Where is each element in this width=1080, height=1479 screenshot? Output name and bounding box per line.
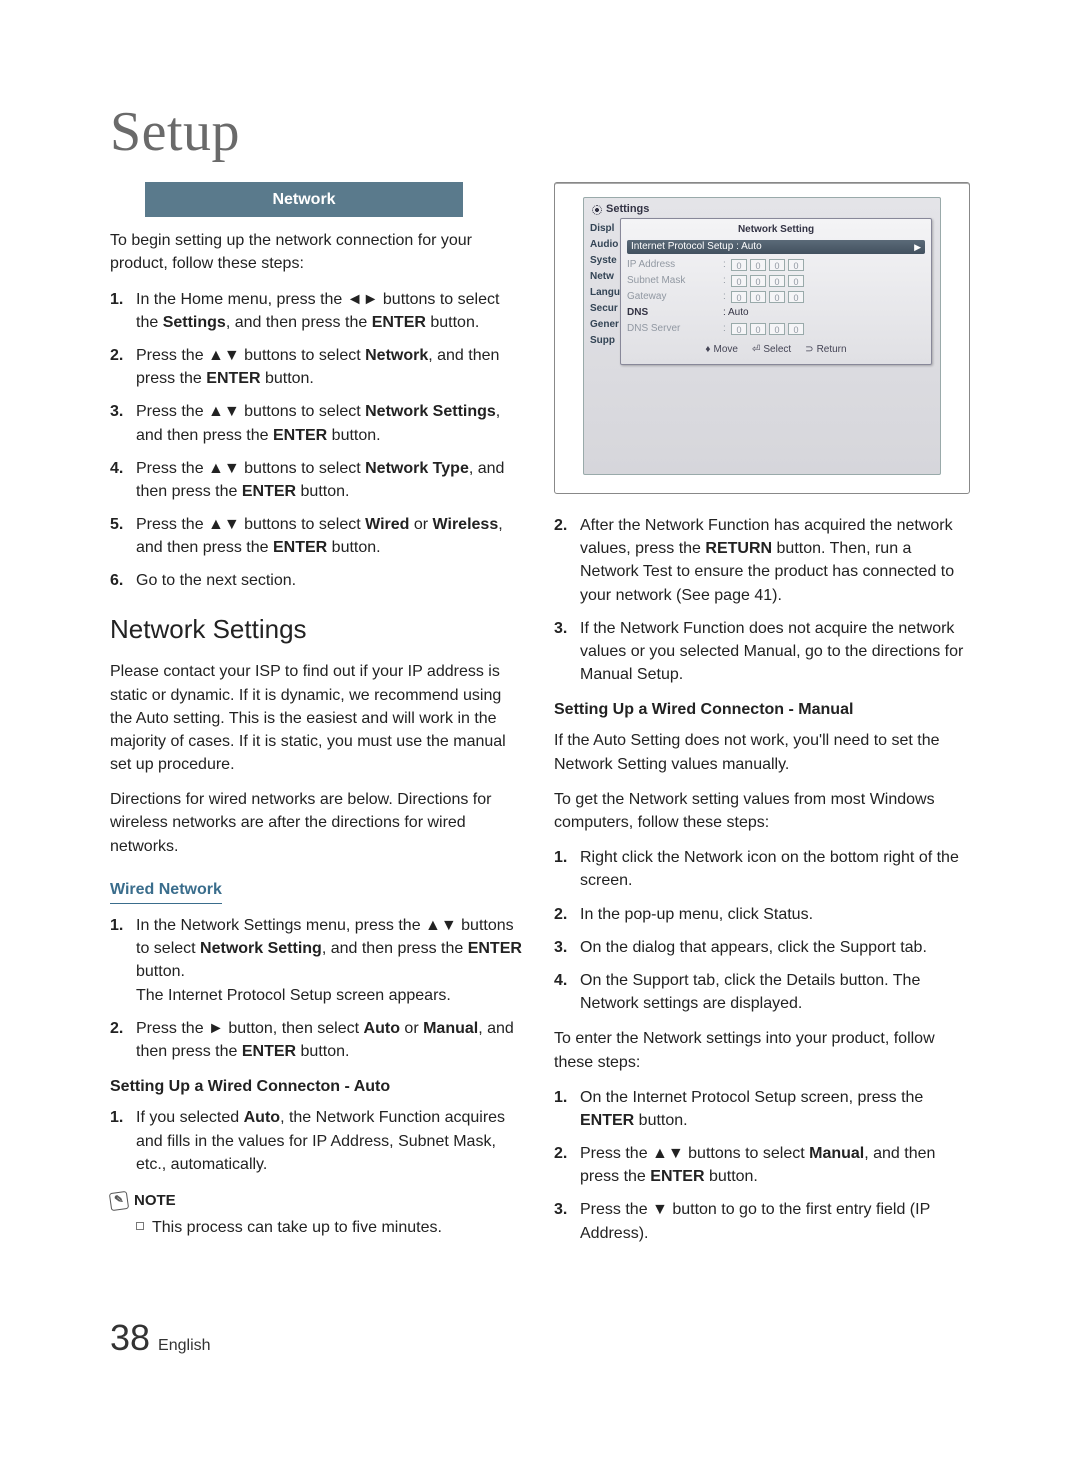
tv-foot-return: ⊃ Return [805, 343, 846, 358]
step-body: In the Home menu, press the ◄► buttons t… [136, 288, 526, 334]
page-footer: 38 English [110, 1317, 970, 1359]
ns-intro-1: Please contact your ISP to find out if y… [110, 660, 526, 776]
tv-screen: Settings Displ Audio Syste Netw Langu Se… [583, 197, 941, 475]
step-body: Press the ▲▼ buttons to select Manual, a… [580, 1142, 970, 1188]
auto-steps: 1. If you selected Auto, the Network Fun… [110, 1106, 526, 1176]
chapter-title: Setup [110, 100, 970, 164]
manual-heading: Setting Up a Wired Connecton - Manual [554, 698, 970, 721]
step-num: 3. [554, 617, 580, 687]
tv-screenshot-frame: Settings Displ Audio Syste Netw Langu Se… [554, 182, 970, 494]
step-num: 2. [554, 514, 580, 607]
auto-heading: Setting Up a Wired Connecton - Auto [110, 1075, 526, 1098]
step-num: 3. [554, 1198, 580, 1244]
setup-steps: 1. In the Home menu, press the ◄► button… [110, 288, 526, 593]
manual-page: Setup Network To begin setting up the ne… [0, 0, 1080, 1419]
step-body: On the dialog that appears, click the Su… [580, 936, 970, 959]
note-label: NOTE [134, 1190, 176, 1212]
step-body: After the Network Function has acquired … [580, 514, 970, 607]
step-body: On the Internet Protocol Setup screen, p… [580, 1086, 970, 1132]
step-body: Press the ▲▼ buttons to select Network, … [136, 344, 526, 390]
right-column: Settings Displ Audio Syste Netw Langu Se… [554, 182, 970, 1257]
tv-footer: ♦ Move ⏎ Select ⊃ Return [627, 343, 925, 358]
step-body: Go to the next section. [136, 569, 526, 592]
tv-panel-title: Network Setting [627, 223, 925, 238]
step-body: In the pop-up menu, click Status. [580, 903, 970, 926]
step-num: 2. [554, 1142, 580, 1188]
tv-dropdown: Internet Protocol Setup : Auto ▶ [627, 240, 925, 254]
intro-text: To begin setting up the network connecti… [110, 229, 526, 275]
wired-network-heading: Wired Network [110, 878, 222, 904]
network-settings-heading: Network Settings [110, 611, 526, 649]
step-num: 4. [110, 457, 136, 503]
step-num: 1. [110, 1106, 136, 1176]
ns-intro-2: Directions for wired networks are below.… [110, 788, 526, 858]
manual-steps-b: 1. On the Internet Protocol Setup screen… [554, 1086, 970, 1245]
step-num: 2. [554, 903, 580, 926]
tv-foot-select: ⏎ Select [752, 343, 791, 358]
tv-foot-move: ♦ Move [705, 343, 738, 358]
step-body: If the Network Function does not acquire… [580, 617, 970, 687]
page-language: English [158, 1337, 210, 1355]
step-num: 2. [110, 344, 136, 390]
bullet-icon [136, 1222, 144, 1230]
left-column: Network To begin setting up the network … [110, 182, 526, 1257]
note-heading: ✎ NOTE [110, 1190, 526, 1212]
note-item: This process can take up to five minutes… [136, 1216, 526, 1239]
tv-row-ip: IP Address: 0000 [627, 257, 925, 273]
tv-dropdown-label: Internet Protocol Setup : Auto [631, 240, 762, 255]
step-num: 4. [554, 969, 580, 1015]
step-body: In the Network Settings menu, press the … [136, 914, 526, 1007]
page-number: 38 [110, 1317, 150, 1359]
step-body: On the Support tab, click the Details bu… [580, 969, 970, 1015]
note-icon: ✎ [109, 1191, 129, 1211]
manual-intro-3: To enter the Network settings into your … [554, 1027, 970, 1073]
step-body: If you selected Auto, the Network Functi… [136, 1106, 526, 1176]
step-num: 6. [110, 569, 136, 592]
step-body: Press the ▲▼ buttons to select Wired or … [136, 513, 526, 559]
manual-intro-2: To get the Network setting values from m… [554, 788, 970, 834]
step-body: Right click the Network icon on the bott… [580, 846, 970, 892]
step-body: Press the ▲▼ buttons to select Network S… [136, 400, 526, 446]
manual-steps-a: 1.Right click the Network icon on the bo… [554, 846, 970, 1015]
step-num: 5. [110, 513, 136, 559]
step-num: 3. [110, 400, 136, 446]
right-steps-1: 2. After the Network Function has acquir… [554, 514, 970, 686]
section-bar-network: Network [145, 182, 463, 217]
chevron-right-icon: ▶ [914, 241, 921, 254]
step-num: 3. [554, 936, 580, 959]
wired-steps: 1. In the Network Settings menu, press t… [110, 914, 526, 1063]
manual-intro-1: If the Auto Setting does not work, you'l… [554, 729, 970, 775]
step-body: Press the ► button, then select Auto or … [136, 1017, 526, 1063]
tv-row-dns: DNS : Auto [627, 305, 925, 321]
step-num: 1. [110, 288, 136, 334]
step-num: 1. [554, 1086, 580, 1132]
tv-settings-label: Settings [606, 202, 649, 218]
step-num: 1. [110, 914, 136, 1007]
step-num: 1. [554, 846, 580, 892]
tv-row-gateway: Gateway: 0000 [627, 289, 925, 305]
gear-icon [592, 205, 602, 215]
tv-row-subnet: Subnet Mask: 0000 [627, 273, 925, 289]
tv-row-dnsserver: DNS Server: 0000 [627, 321, 925, 337]
step-num: 2. [110, 1017, 136, 1063]
step-body: Press the ▼ button to go to the first en… [580, 1198, 970, 1244]
note-text: This process can take up to five minutes… [152, 1216, 442, 1239]
tv-panel: Network Setting Internet Protocol Setup … [620, 218, 932, 365]
step-body: Press the ▲▼ buttons to select Network T… [136, 457, 526, 503]
